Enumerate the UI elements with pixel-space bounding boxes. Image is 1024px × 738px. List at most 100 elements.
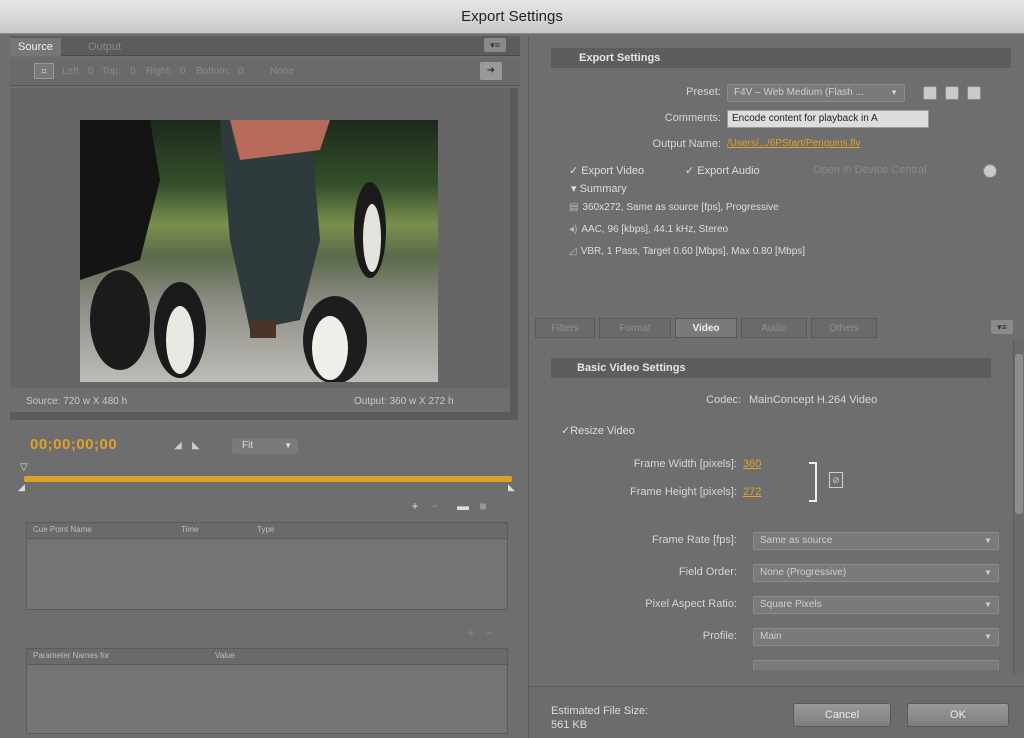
profile-value: Main <box>760 631 782 642</box>
col-value[interactable]: Value <box>215 651 235 660</box>
preview-horizontal-scrollbar[interactable] <box>10 412 518 420</box>
audio-summary-icon: ◂) <box>569 224 578 235</box>
summary-audio-text: AAC, 96 [kbps], 44.1 kHz, Stereo <box>581 224 729 235</box>
export-audio-checkbox[interactable]: ✓ Export Audio <box>685 164 760 177</box>
preset-dropdown[interactable]: F4V – Web Medium (Flash ... ▼ <box>727 84 905 102</box>
add-cue-point-icon[interactable]: + <box>408 499 422 513</box>
save-cue-points-icon[interactable]: ■ <box>476 499 490 513</box>
cue-point-table: Cue Point Name Time Type <box>26 522 508 610</box>
frame-rate-dropdown[interactable]: Same as source ▼ <box>753 532 999 550</box>
field-order-label: Field Order: <box>678 566 737 578</box>
frame-height-value[interactable]: 272 <box>743 486 761 498</box>
tab-video[interactable]: Video <box>675 318 737 338</box>
col-time[interactable]: Time <box>181 525 198 534</box>
chain-link-icon[interactable]: ⊘ <box>829 472 843 488</box>
current-timecode[interactable]: 00;00;00;00 <box>30 436 117 453</box>
preview-vertical-scrollbar[interactable] <box>510 88 518 418</box>
export-audio-label: Export Audio <box>697 165 760 177</box>
output-name-link[interactable]: /Users/.../6PStart/Penguins.flv <box>727 138 860 149</box>
source-output-panel: Source Output ▾≡ ⌗ Left: 0 Top: 0 Right:… <box>10 36 520 736</box>
zoom-value: Fit <box>242 440 254 451</box>
crop-right-label: Right: <box>146 66 173 77</box>
crop-left-value[interactable]: 0 <box>88 66 94 77</box>
crop-left-label: Left: <box>62 66 82 77</box>
summary-video-text: 360x272, Same as source [fps], Progressi… <box>582 202 779 213</box>
summary-bitrate-line: ◿ VBR, 1 Pass, Target 0.60 [Mbps], Max 0.… <box>569 246 805 257</box>
set-out-point-icon[interactable]: ◣ <box>192 440 200 451</box>
zoom-dropdown[interactable]: Fit ▼ <box>232 438 298 454</box>
summary-audio-line: ◂) AAC, 96 [kbps], 44.1 kHz, Stereo <box>569 224 728 235</box>
summary-toggle[interactable]: ▾ Summary <box>571 182 627 195</box>
video-summary-icon: ▤ <box>569 202 579 213</box>
output-name-label: Output Name: <box>652 138 721 150</box>
ok-button[interactable]: OK <box>907 703 1009 727</box>
pixel-aspect-dropdown[interactable]: Square Pixels ▼ <box>753 596 999 614</box>
codec-label: Codec: <box>706 394 741 406</box>
comments-label: Comments: <box>664 112 721 124</box>
aspect-bracket <box>809 462 817 502</box>
save-preset-icon[interactable] <box>923 86 937 100</box>
crop-icon[interactable]: ⌗ <box>34 63 54 79</box>
set-in-point-icon[interactable]: ◢ <box>174 440 182 451</box>
field-order-value: None (Progressive) <box>760 567 847 578</box>
tab-audio[interactable]: Audio <box>741 318 807 338</box>
remove-parameter-icon[interactable]: − <box>482 626 496 640</box>
crop-bottom-label: Bottom: <box>196 66 231 77</box>
device-central-icon[interactable] <box>983 164 997 178</box>
video-preview <box>10 88 510 388</box>
tab-others[interactable]: Others <box>811 318 877 338</box>
chevron-down-icon: ▼ <box>284 441 292 450</box>
resize-video-checkbox[interactable]: ✓Resize Video <box>561 424 635 437</box>
cancel-button[interactable]: Cancel <box>793 703 891 727</box>
delete-preset-icon[interactable] <box>967 86 981 100</box>
folder-icon[interactable]: ▬ <box>456 499 470 513</box>
resize-video-label: Resize Video <box>570 425 635 437</box>
col-type[interactable]: Type <box>257 525 274 534</box>
basic-video-settings-section: Basic Video Settings Codec: MainConcept … <box>551 358 1011 678</box>
crop-bottom-value[interactable]: 0 <box>238 66 244 77</box>
add-parameter-icon[interactable]: + <box>464 626 478 640</box>
bitrate-summary-icon: ◿ <box>569 246 577 257</box>
tab-filters[interactable]: Filters <box>535 318 595 338</box>
tab-output[interactable]: Output <box>80 38 129 56</box>
tab-source[interactable]: Source <box>10 38 61 56</box>
crop-ratio-dropdown[interactable]: None <box>270 66 294 77</box>
export-settings-header[interactable]: Export Settings <box>551 48 1011 68</box>
param-table-header: Parameter Names for Value <box>27 649 507 665</box>
chevron-down-icon: ▼ <box>984 536 992 545</box>
chevron-down-icon: ▼ <box>984 568 992 577</box>
export-video-checkbox[interactable]: ✓ Export Video <box>569 164 644 177</box>
timeline-bar[interactable] <box>24 476 512 482</box>
profile-dropdown[interactable]: Main ▼ <box>753 628 999 646</box>
crop-divider: | <box>254 62 257 73</box>
frame-width-value[interactable]: 360 <box>743 458 761 470</box>
tab-format[interactable]: Format <box>599 318 671 338</box>
remove-cue-point-icon[interactable]: − <box>428 499 442 513</box>
import-preset-icon[interactable] <box>945 86 959 100</box>
scrollbar-thumb[interactable] <box>1015 354 1023 514</box>
in-point-marker-icon[interactable]: ◢ <box>18 482 25 493</box>
crop-right-value[interactable]: 0 <box>180 66 186 77</box>
penguins-picture <box>80 120 386 382</box>
col-cue-point-name[interactable]: Cue Point Name <box>33 525 92 534</box>
settings-vertical-scrollbar[interactable] <box>1013 340 1023 674</box>
level-dropdown-partial[interactable] <box>753 660 999 670</box>
frame-width-label: Frame Width [pixels]: <box>633 458 737 470</box>
basic-video-settings-header[interactable]: Basic Video Settings <box>551 358 991 378</box>
field-order-dropdown[interactable]: None (Progressive) ▼ <box>753 564 999 582</box>
panel-menu-icon[interactable]: ▾≡ <box>991 320 1013 334</box>
out-point-marker-icon[interactable]: ◣ <box>508 482 515 493</box>
export-video-label: Export Video <box>581 165 645 177</box>
profile-label: Profile: <box>702 630 737 642</box>
output-dimensions: Output: 360 w X 272 h <box>354 396 454 407</box>
device-central-checkbox[interactable]: Open in Device Central <box>813 164 927 176</box>
crop-top-value[interactable]: 0 <box>130 66 136 77</box>
playhead-icon[interactable]: ▽ <box>20 462 28 473</box>
comments-field[interactable]: Encode content for playback in A <box>727 110 929 128</box>
preview-image <box>80 120 438 382</box>
window-title: Export Settings <box>0 0 1024 34</box>
preset-label: Preset: <box>686 86 721 98</box>
panel-menu-icon[interactable]: ▾≡ <box>484 38 506 52</box>
col-parameter-names[interactable]: Parameter Names for <box>33 651 109 660</box>
forward-arrow-icon[interactable]: ➜ <box>480 62 502 80</box>
